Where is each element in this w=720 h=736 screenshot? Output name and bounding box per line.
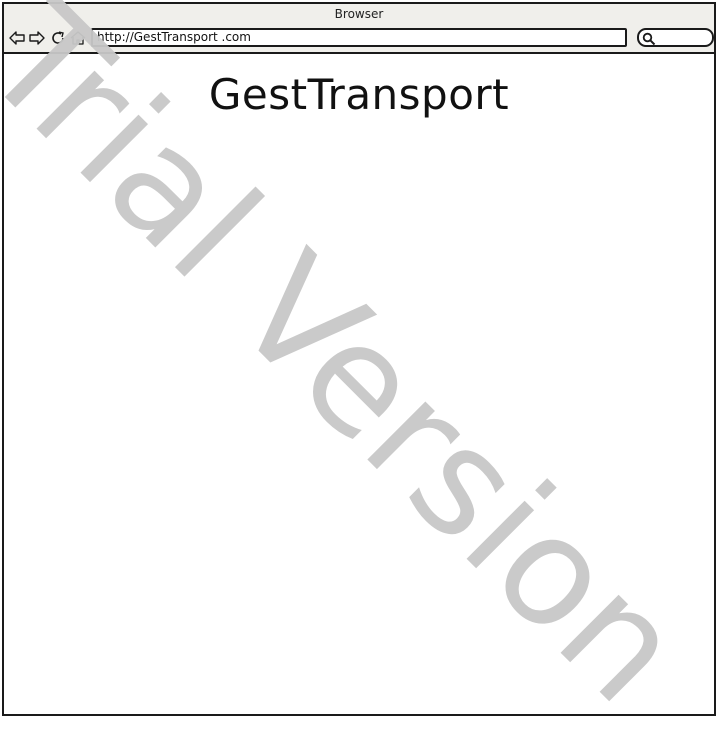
reload-icon[interactable]	[49, 29, 67, 47]
address-bar[interactable]: http://GestTransport .com	[91, 28, 627, 47]
window-title: Browser	[334, 7, 384, 21]
browser-window: Browser http://GestTransport .com GestTr…	[0, 0, 716, 736]
page-title: GestTransport	[208, 70, 510, 119]
address-bar-text: http://GestTransport .com	[97, 30, 251, 44]
browser-toolbar: http://GestTransport .com	[4, 24, 714, 54]
forward-arrow-icon[interactable]	[28, 29, 46, 47]
home-icon[interactable]	[69, 29, 87, 47]
search-field[interactable]	[637, 28, 714, 47]
page-content: GestTransport	[4, 54, 714, 714]
search-icon	[642, 32, 656, 46]
window-titlebar: Browser	[4, 4, 714, 24]
back-arrow-icon[interactable]	[8, 29, 26, 47]
